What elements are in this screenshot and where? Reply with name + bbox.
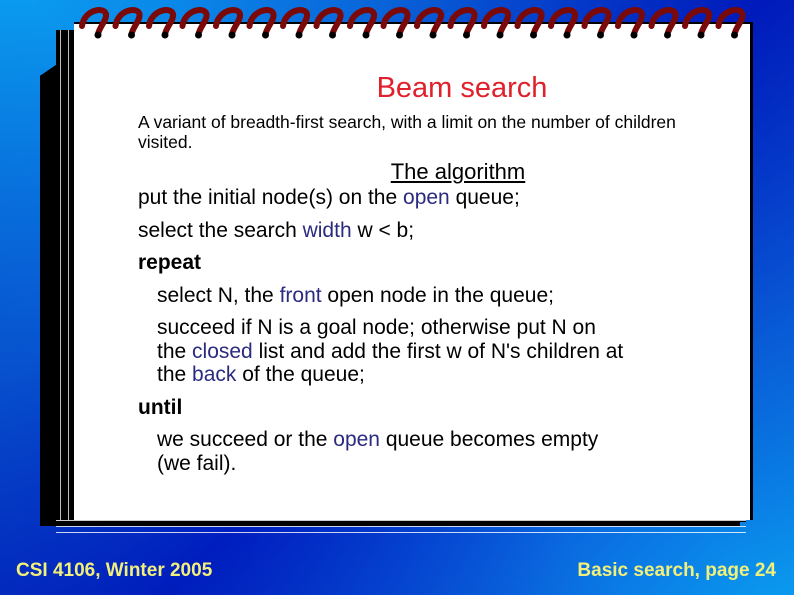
spiral-coil	[514, 7, 545, 37]
step-succeed-line1: succeed if N is a goal node; otherwise p…	[157, 316, 596, 339]
spiral-hole	[262, 31, 269, 39]
keyword-repeat: repeat	[138, 251, 202, 274]
page-bottom-edge-lines	[56, 518, 746, 536]
spiral-coil	[615, 7, 646, 37]
spiral-hole	[128, 31, 135, 39]
spiral-hole	[697, 31, 705, 39]
step-until-line1: we succeed or the open queue becomes emp…	[138, 428, 718, 452]
slide-content: A variant of breadth-first search, with …	[138, 112, 718, 484]
keyword-back: back	[192, 363, 237, 386]
spiral-hole	[228, 31, 236, 39]
spiral-coil	[682, 7, 713, 37]
spiral-hole	[731, 31, 738, 39]
spiral-hole	[329, 31, 336, 39]
intro-text: A variant of breadth-first search, with …	[138, 112, 676, 152]
text: open node in the queue;	[321, 283, 554, 307]
text: we succeed or the	[157, 428, 334, 451]
spiral-coil	[447, 7, 478, 37]
spiral-hole	[94, 31, 102, 39]
spiral-hole	[664, 31, 671, 39]
keyword-width: width	[302, 218, 352, 242]
step-succeed-line2: the closed list and add the first w of N…	[138, 340, 718, 364]
spiral-coil	[347, 7, 378, 37]
step-select-front: select N, the front open node in the que…	[138, 284, 718, 308]
slide-title: Beam search	[376, 72, 548, 104]
keyword-closed: closed	[192, 339, 253, 363]
keyword-open: open	[333, 428, 380, 451]
step-until-line2: (we fail).	[157, 451, 237, 475]
text: of the queue;	[236, 363, 365, 386]
spiral-coil	[715, 7, 746, 37]
spiral-coil	[481, 7, 512, 37]
spiral-coil	[179, 7, 210, 37]
spiral-coil	[313, 7, 344, 37]
text: put the initial node(s) on the	[138, 186, 404, 209]
spiral-hole	[530, 31, 537, 39]
spiral-hole	[463, 31, 470, 39]
step-succeed-line3: the back of the queue;	[138, 363, 718, 387]
spiral-coil	[246, 7, 277, 37]
keyword-until: until	[138, 395, 183, 419]
spiral-hole	[496, 31, 504, 39]
text: queue;	[449, 186, 520, 209]
spiral-hole	[563, 31, 571, 39]
text: the	[157, 339, 193, 363]
step-select-width: select the search width w < b;	[138, 219, 718, 243]
spiral-hole	[161, 31, 169, 39]
spiral-coil	[548, 7, 579, 37]
spiral-hole	[597, 31, 604, 39]
text: list and add the first w of N's children…	[252, 339, 624, 363]
spiral-hole	[195, 31, 202, 39]
spiral-coil	[280, 7, 311, 37]
text: w < b;	[351, 218, 415, 242]
spiral-coil	[213, 7, 244, 37]
text: queue becomes empty	[379, 428, 599, 451]
subheading: The algorithm	[390, 159, 526, 184]
footer-course: CSI 4106, Winter 2005	[16, 560, 213, 581]
spiral-binding-icon	[79, 7, 746, 39]
text: the	[157, 363, 193, 386]
spiral-hole	[295, 31, 303, 39]
keyword-front: front	[279, 283, 322, 307]
spiral-hole	[429, 31, 437, 39]
spiral-coil	[414, 7, 445, 37]
spiral-coil	[581, 7, 612, 37]
spiral-coil	[79, 7, 110, 37]
step-put-initial: put the initial node(s) on the open queu…	[138, 186, 718, 210]
spiral-coil	[648, 7, 679, 37]
footer-page: Basic search, page 24	[577, 560, 776, 581]
spiral-coil	[112, 7, 143, 37]
spiral-hole	[396, 31, 403, 39]
text: select the search	[138, 218, 303, 242]
text: select N, the	[157, 283, 280, 307]
spiral-coil	[146, 7, 177, 37]
spiral-coil	[380, 7, 411, 37]
spiral-hole	[362, 31, 370, 39]
spiral-hole	[630, 31, 638, 39]
keyword-open: open	[403, 186, 450, 209]
